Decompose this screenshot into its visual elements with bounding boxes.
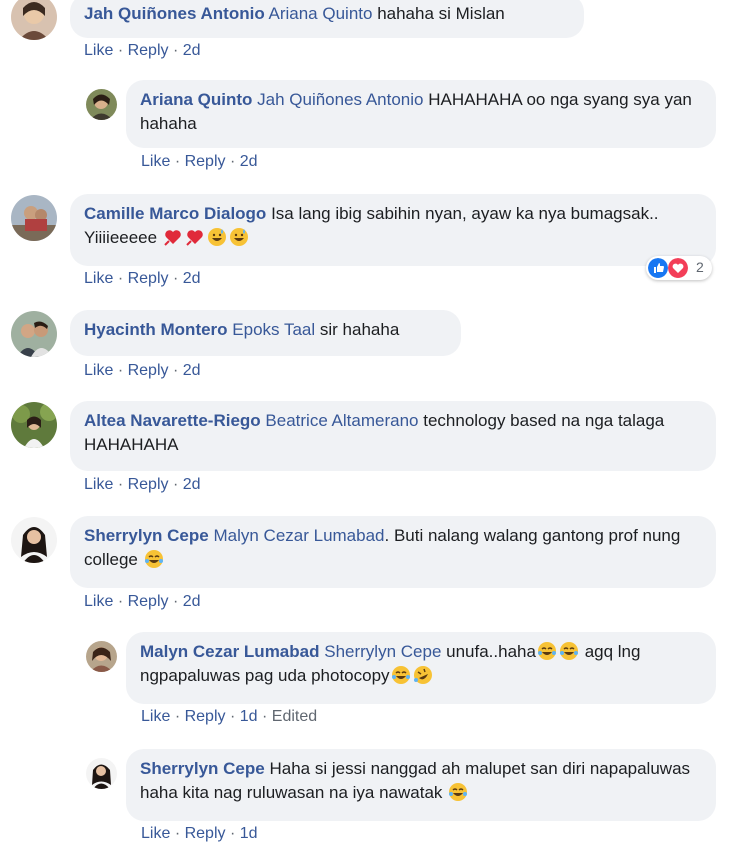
comment-actions: Like · Reply · 2d [84, 42, 201, 59]
comment-text: unufa..haha [446, 642, 536, 661]
comment-author[interactable]: Hyacinth Montero [84, 320, 228, 339]
comment-actions: Like · Reply · 2d [84, 270, 201, 287]
comment-bubble: Sherrylyn Cepe Haha si jessi nanggad ah … [126, 749, 716, 821]
reply-button[interactable]: Reply [185, 153, 226, 170]
avatar[interactable] [11, 195, 57, 241]
comment-actions: Like · Reply · 2d [84, 593, 201, 610]
comment-bubble: Altea Navarette-Riego Beatrice Altameran… [70, 401, 716, 471]
tears-of-joy-icon [391, 666, 410, 684]
comment-bubble: Jah Quiñones Antonio Ariana Quinto hahah… [70, 0, 584, 38]
heart-icon [164, 230, 181, 246]
comment-author[interactable]: Malyn Cezar Lumabad [140, 642, 320, 661]
comment-bubble: Hyacinth Montero Epoks Taal sir hahaha [70, 310, 461, 356]
reply-button[interactable]: Reply [185, 825, 226, 842]
comment-actions: Like · Reply · 1d [141, 825, 258, 842]
avatar[interactable] [11, 402, 57, 448]
comment-author[interactable]: Altea Navarette-Riego [84, 411, 261, 430]
comment-bubble: Camille Marco Dialogo Isa lang ibig sabi… [70, 194, 716, 266]
avatar[interactable] [86, 641, 117, 672]
mention-link[interactable]: Malyn Cezar Lumabad [213, 526, 384, 545]
grin-sweat-icon [229, 228, 248, 246]
timestamp[interactable]: 2d [183, 476, 201, 493]
mention-link[interactable]: Beatrice Altamerano [265, 411, 418, 430]
avatar[interactable] [11, 0, 57, 40]
comment-author[interactable]: Sherrylyn Cepe [84, 526, 209, 545]
like-button[interactable]: Like [141, 153, 170, 170]
edited-label[interactable]: Edited [272, 708, 317, 725]
reply-button[interactable]: Reply [128, 42, 169, 59]
reply-button[interactable]: Reply [185, 708, 226, 725]
comment-text: hahaha si Mislan [377, 4, 505, 23]
comment-actions: Like · Reply · 1d · Edited [141, 708, 318, 725]
comment-actions: Like · Reply · 2d [84, 476, 201, 493]
heart-icon [186, 230, 203, 246]
comment-actions: Like · Reply · 2d [84, 362, 201, 379]
comment-bubble: Sherrylyn Cepe Malyn Cezar Lumabad. Buti… [70, 516, 716, 588]
like-button[interactable]: Like [141, 825, 170, 842]
like-button[interactable]: Like [84, 476, 113, 493]
love-reaction-icon [668, 258, 688, 278]
comment-author[interactable]: Sherrylyn Cepe [140, 759, 265, 778]
rofl-icon [413, 666, 432, 684]
comment-bubble: Ariana Quinto Jah Quiñones Antonio HAHAH… [126, 80, 716, 148]
like-button[interactable]: Like [84, 593, 113, 610]
mention-link[interactable]: Jah Quiñones Antonio [257, 90, 423, 109]
comment-text: sir hahaha [319, 320, 400, 339]
timestamp[interactable]: 1d [240, 825, 258, 842]
reply-button[interactable]: Reply [128, 476, 169, 493]
like-button[interactable]: Like [84, 42, 113, 59]
avatar[interactable] [86, 89, 117, 120]
like-button[interactable]: Like [84, 270, 113, 287]
comment-bubble: Malyn Cezar Lumabad Sherrylyn Cepe unufa… [126, 632, 716, 704]
tears-of-joy-icon [559, 642, 578, 660]
timestamp[interactable]: 2d [183, 270, 201, 287]
avatar[interactable] [11, 311, 57, 357]
mention-link[interactable]: Epoks Taal [232, 320, 315, 339]
comment-actions: Like · Reply · 2d [141, 153, 258, 170]
mention-link[interactable]: Ariana Quinto [269, 4, 373, 23]
timestamp[interactable]: 2d [183, 42, 201, 59]
tears-of-joy-icon [537, 642, 556, 660]
reply-button[interactable]: Reply [128, 270, 169, 287]
like-button[interactable]: Like [141, 708, 170, 725]
like-button[interactable]: Like [84, 362, 113, 379]
like-reaction-icon [648, 258, 668, 278]
grin-sweat-icon [207, 228, 226, 246]
reaction-summary[interactable]: 2 [646, 256, 712, 280]
reply-button[interactable]: Reply [128, 362, 169, 379]
tears-of-joy-icon [449, 783, 468, 801]
reaction-count: 2 [696, 259, 704, 275]
timestamp[interactable]: 2d [240, 153, 258, 170]
timestamp[interactable]: 1d [240, 708, 258, 725]
reply-button[interactable]: Reply [128, 593, 169, 610]
comment-author[interactable]: Camille Marco Dialogo [84, 204, 266, 223]
timestamp[interactable]: 2d [183, 362, 201, 379]
avatar[interactable] [86, 758, 117, 789]
mention-link[interactable]: Sherrylyn Cepe [324, 642, 441, 661]
tears-of-joy-icon [144, 550, 163, 568]
comment-author[interactable]: Ariana Quinto [140, 90, 252, 109]
timestamp[interactable]: 2d [183, 593, 201, 610]
avatar[interactable] [11, 517, 57, 563]
comment-author[interactable]: Jah Quiñones Antonio [84, 4, 265, 23]
